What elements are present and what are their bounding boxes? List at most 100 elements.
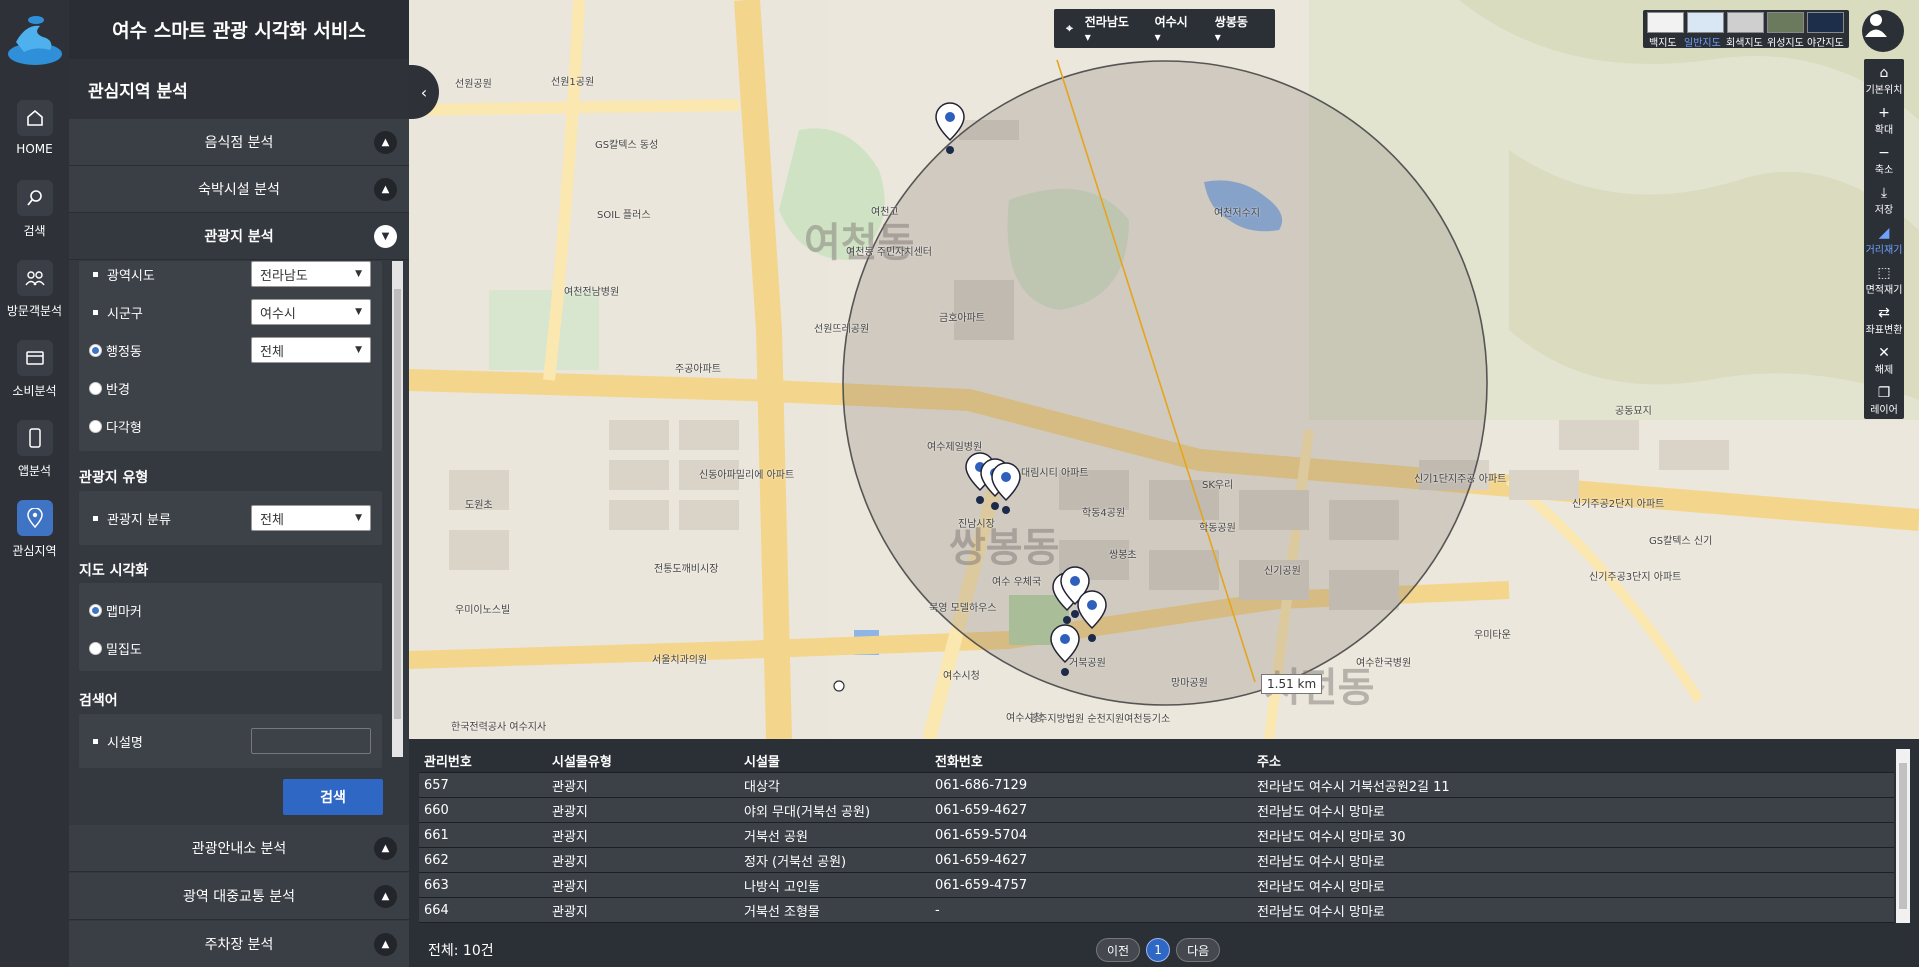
page-number-button[interactable]: 1 [1146, 938, 1171, 962]
people-icon [16, 260, 53, 296]
rail-search[interactable]: 검색 [0, 180, 69, 260]
density-row[interactable]: 밀집도 [89, 635, 369, 661]
search-button[interactable]: 검색 [283, 779, 383, 815]
region-sigungu-dropdown[interactable]: 여수시 ▾ [1155, 13, 1203, 44]
place-label: GS칼텍스 신기 [1649, 536, 1713, 547]
layers-icon: ❐ [1877, 385, 1891, 401]
accordion-tourist-info[interactable]: 관광안내소 분석 ▲ [69, 825, 409, 872]
density-radio[interactable] [89, 641, 102, 655]
basemap-label[interactable]: 위성지도 [1767, 34, 1804, 49]
table-row[interactable]: 662 관광지 정자 (거북선 공원) 061-659-4627 전라남도 여수… [419, 848, 1894, 873]
column-header[interactable]: 시설물유형 [547, 751, 612, 770]
column-header[interactable]: 주소 [1252, 751, 1281, 770]
radius-row[interactable]: 반경 [89, 375, 369, 401]
dong-radio[interactable] [89, 343, 102, 357]
chevron-up-icon[interactable]: ▲ [374, 837, 397, 860]
sido-select[interactable]: 전라남도 ▼ [251, 261, 371, 287]
basemap-label[interactable]: 회색지도 [1726, 34, 1763, 49]
rail-app[interactable]: 앱분석 [0, 420, 69, 500]
marker-row[interactable]: 맵마커 [89, 597, 369, 623]
place-label: 우미이노스빌 [455, 605, 511, 616]
district-label: 여천동 [804, 220, 915, 266]
tool-save[interactable]: ⤓ 저장 [1864, 179, 1904, 219]
accordion-tourist-spot[interactable]: 관광지 분석 ▼ [69, 213, 409, 260]
place-label: 신기1단지주공 아파트 [1414, 474, 1507, 485]
basemap-thumb-night[interactable] [1807, 12, 1844, 33]
basemap-thumb-gray[interactable] [1727, 12, 1764, 33]
basemap-thumb-blank[interactable] [1647, 12, 1684, 33]
caret-down-icon: ▼ [355, 345, 362, 355]
region-dong-dropdown[interactable]: 쌍봉동 ▾ [1215, 13, 1263, 44]
accordion-label: 관광지 분석 [204, 229, 274, 245]
table-scrollbar[interactable] [1896, 749, 1910, 923]
accordion-public-transit[interactable]: 광역 대중교통 분석 ▲ [69, 873, 409, 920]
place-label: 금호아파트 [939, 313, 985, 324]
sigungu-select[interactable]: 여수시 ▼ [251, 299, 371, 325]
accordion-label: 주차장 분석 [204, 937, 274, 953]
table-row[interactable]: 663 관광지 나방식 고인돌 061-659-4757 전라남도 여수시 망마… [419, 873, 1894, 898]
app-root: HOME 검색 방문객분석 소비분석 앱분석 관심지역 여수 스마트 관광 시각… [0, 0, 1919, 967]
basemap-thumb-standard[interactable] [1687, 12, 1724, 33]
rail-visitors[interactable]: 방문객분석 [0, 260, 69, 340]
place-label: 여수시청 [1006, 713, 1043, 724]
card-icon [16, 340, 53, 376]
tool-coordinate-convert[interactable]: ⇄ 좌표변환 [1864, 299, 1904, 339]
basemap-label[interactable]: 일반지도 [1684, 34, 1721, 49]
tool-clear[interactable]: ✕ 해제 [1864, 339, 1904, 379]
map-view[interactable]: 여천동 쌍봉동 시전동 선원공원 선원1공원 GS칼텍스 동성 SOIL 플러스… [409, 0, 1919, 739]
polygon-row[interactable]: 다각형 [89, 413, 369, 439]
basemap-label[interactable]: 백지도 [1649, 34, 1677, 49]
place-label: 신기주공2단지 아파트 [1572, 499, 1665, 510]
rail-interest-area[interactable]: 관심지역 [0, 500, 69, 580]
accordion-restaurant[interactable]: 음식점 분석 ▲ [69, 119, 409, 166]
basemap-switcher: 백지도 일반지도 회색지도 위성지도 야간지도 [1643, 10, 1849, 49]
basemap-thumb-satellite[interactable] [1767, 12, 1804, 33]
rail-spending[interactable]: 소비분석 [0, 340, 69, 420]
chevron-up-icon[interactable]: ▲ [374, 178, 397, 201]
type-select[interactable]: 전체 ▼ [251, 505, 371, 531]
table-row[interactable]: 664 관광지 거북선 조형물 - 전라남도 여수시 망마로 [419, 898, 1894, 923]
sigungu-label: 시군구 [107, 306, 143, 322]
tool-zoom-in[interactable]: + 확대 [1864, 99, 1904, 139]
tool-measure-distance[interactable]: ◢ 거리재기 [1864, 219, 1904, 259]
dong-select[interactable]: 전체 ▼ [251, 337, 371, 363]
tool-layer[interactable]: ❐ 레이어 [1864, 379, 1904, 419]
place-label: 선원공원 [455, 79, 492, 90]
column-header[interactable]: 시설물 [739, 751, 780, 770]
analysis-panel: 여수 스마트 관광 시각화 서비스 관심지역 분석 음식점 분석 ▲ 숙박시설 … [69, 0, 409, 967]
accordion-lodging[interactable]: 숙박시설 분석 ▲ [69, 166, 409, 213]
user-avatar[interactable] [1862, 10, 1904, 52]
table-row[interactable]: 660 관광지 야외 무대(거북선 공원) 061-659-4627 전라남도 … [419, 798, 1894, 823]
polygon-radio[interactable] [89, 419, 102, 433]
chevron-up-icon[interactable]: ▲ [374, 933, 397, 956]
tool-measure-area[interactable]: ⬚ 면적재기 [1864, 259, 1904, 299]
table-row[interactable]: 661 관광지 거북선 공원 061-659-5704 전라남도 여수시 망마로… [419, 823, 1894, 848]
column-header[interactable]: 전화번호 [930, 751, 983, 770]
place-label: 여수제일병원 [927, 442, 983, 453]
accordion-parking[interactable]: 주차장 분석 ▲ [69, 921, 409, 967]
chevron-up-icon[interactable]: ▲ [374, 885, 397, 908]
place-label: 거북공원 [1069, 658, 1106, 669]
place-label: 선원뜨레공원 [814, 324, 870, 335]
facility-name-input[interactable] [251, 728, 371, 754]
panel-scrollbar[interactable] [392, 261, 403, 757]
marker-radio[interactable] [89, 603, 102, 617]
region-selector-bar[interactable]: ⌖ 전라남도 ▾ 여수시 ▾ 쌍봉동 ▾ [1054, 9, 1275, 48]
tool-home-position[interactable]: ⌂ 기본위치 [1864, 59, 1904, 99]
chevron-up-icon[interactable]: ▲ [374, 131, 397, 154]
tool-zoom-out[interactable]: − 축소 [1864, 139, 1904, 179]
location-pin-icon: ⌖ [1066, 21, 1073, 35]
place-label: 학동공원 [1199, 523, 1236, 534]
chevron-down-icon[interactable]: ▼ [374, 225, 397, 248]
prev-page-button[interactable]: 이전 [1096, 938, 1141, 962]
next-page-button[interactable]: 다음 [1176, 938, 1221, 962]
basemap-label[interactable]: 야간지도 [1807, 34, 1844, 49]
column-header[interactable]: 관리번호 [419, 751, 472, 770]
radius-radio[interactable] [89, 381, 102, 395]
table-row[interactable]: 657 관광지 대상각 061-686-7129 전라남도 여수시 거북선공원2… [419, 773, 1894, 798]
rail-home[interactable]: HOME [0, 100, 69, 180]
logo[interactable] [6, 12, 64, 67]
map-canvas[interactable] [409, 0, 1919, 739]
region-sido-dropdown[interactable]: 전라남도 ▾ [1085, 13, 1143, 44]
place-label: 신기공원 [1264, 566, 1301, 577]
